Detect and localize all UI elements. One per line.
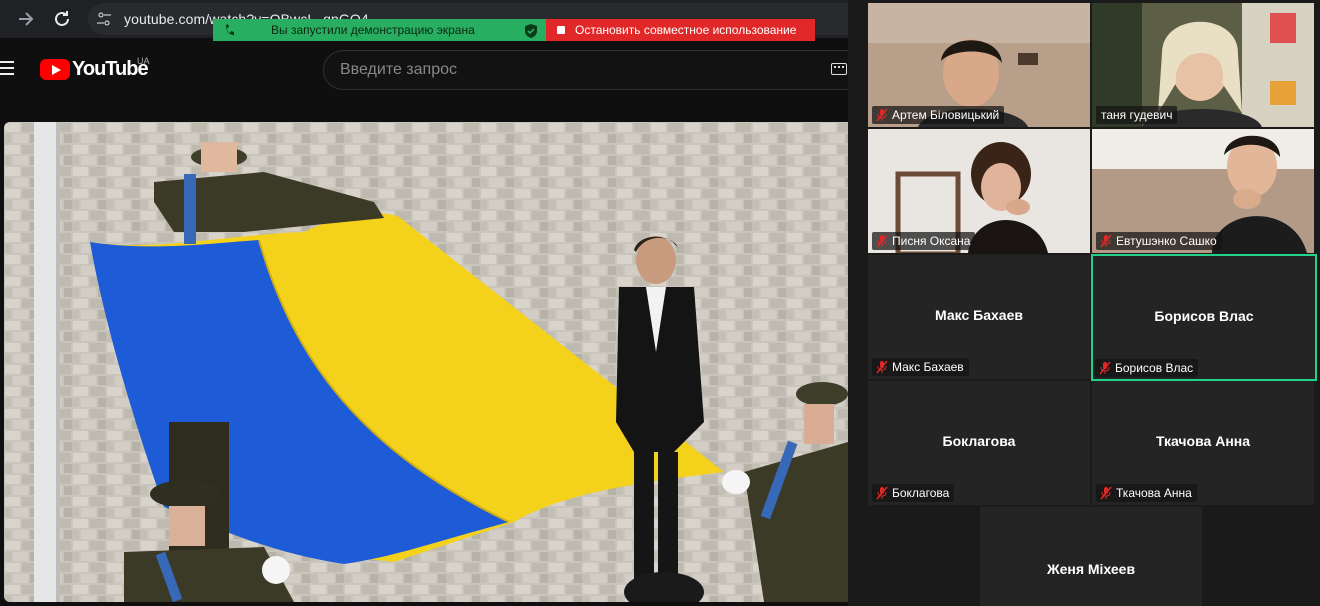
participants-gallery: Артем Біловицький таня гудевич Писня Окс…	[848, 0, 1320, 606]
video-player[interactable]	[4, 122, 848, 602]
stop-share-button[interactable]: Остановить совместное использование	[546, 19, 815, 41]
mic-muted-icon	[1099, 361, 1111, 375]
participant-tile[interactable]: Боклагова Боклагова	[868, 381, 1090, 505]
youtube-logo-icon[interactable]	[40, 59, 70, 80]
participant-tile[interactable]: Ткачова Анна Ткачова Анна	[1092, 381, 1314, 505]
phone-icon	[225, 19, 235, 43]
keyboard-icon[interactable]	[831, 63, 847, 75]
shield-check-icon	[525, 23, 537, 38]
screen-share-status-banner: Вы запустили демонстрацию экрана	[213, 19, 546, 41]
participant-nametag: Артем Біловицький	[872, 106, 1005, 124]
participant-nametag: Писня Оксана	[872, 232, 976, 250]
participant-display-name: Ткачова Анна	[1155, 433, 1251, 449]
participant-nametag: Ткачова Анна	[1096, 484, 1197, 502]
participant-tile[interactable]: Артем Біловицький	[868, 3, 1090, 127]
search-box[interactable]	[323, 50, 848, 90]
region-label: UA	[137, 56, 150, 66]
reload-icon[interactable]	[50, 7, 74, 31]
browser-window: youtube.com/watch?v=QBwcL_qnGO4 Вы запус…	[0, 0, 848, 606]
screen-share-status-text: Вы запустили демонстрацию экрана	[271, 23, 475, 37]
screen: youtube.com/watch?v=QBwcL_qnGO4 Вы запус…	[0, 0, 1320, 606]
participant-name: таня гудевич	[1101, 108, 1173, 122]
flag-ceremony-image	[4, 122, 848, 602]
mic-muted-icon	[876, 108, 888, 122]
participant-display-name: Борисов Влас	[1154, 308, 1254, 324]
participant-tile[interactable]: Писня Оксана	[868, 129, 1090, 253]
participant-tile[interactable]: таня гудевич	[1092, 3, 1314, 127]
participant-tile[interactable]: Женя Міхеев	[980, 507, 1202, 606]
participant-nametag: Борисов Влас	[1095, 359, 1199, 377]
mic-muted-icon	[1100, 234, 1112, 248]
participant-name: Евтушэнко Сашко	[1116, 234, 1217, 248]
mic-muted-icon	[876, 486, 888, 500]
stop-share-label: Остановить совместное использование	[575, 23, 797, 37]
search-input[interactable]	[340, 60, 820, 80]
participant-tile[interactable]: Евтушэнко Сашко	[1092, 129, 1314, 253]
participant-name: Ткачова Анна	[1116, 486, 1192, 500]
forward-arrow-icon[interactable]	[14, 7, 38, 31]
participant-display-name: Женя Міхеев	[1046, 561, 1136, 577]
participant-tile[interactable]: Макс Бахаев Макс Бахаев	[868, 255, 1090, 379]
participant-nametag: таня гудевич	[1096, 106, 1178, 124]
participant-tile-active-speaker[interactable]: Борисов Влас Борисов Влас	[1091, 254, 1317, 381]
mic-muted-icon	[1100, 486, 1112, 500]
participant-name: Артем Біловицький	[892, 108, 1000, 122]
mic-muted-icon	[876, 360, 888, 374]
participant-name: Борисов Влас	[1115, 361, 1194, 375]
participant-name: Писня Оксана	[892, 234, 971, 248]
youtube-header: YouTube UA	[0, 42, 848, 120]
participant-nametag: Боклагова	[872, 484, 955, 502]
participant-nametag: Евтушэнко Сашко	[1096, 232, 1222, 250]
participant-display-name: Боклагова	[942, 433, 1016, 449]
participant-name: Макс Бахаев	[892, 360, 964, 374]
participant-name: Боклагова	[892, 486, 950, 500]
tune-icon[interactable]	[96, 11, 112, 27]
participant-nametag: Макс Бахаев	[872, 358, 969, 376]
participant-display-name: Макс Бахаев	[935, 307, 1023, 323]
mic-muted-icon	[876, 234, 888, 248]
menu-icon[interactable]	[0, 61, 14, 75]
stop-icon	[557, 26, 565, 34]
